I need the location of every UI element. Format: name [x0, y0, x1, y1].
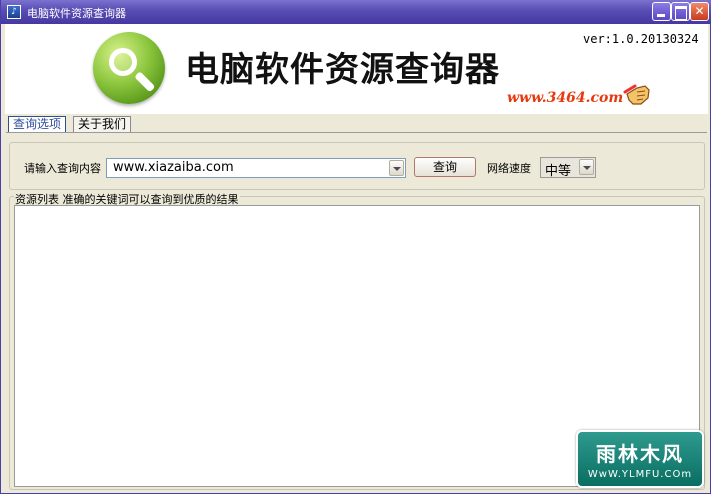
tab-label: 查询选项 [13, 117, 62, 131]
chevron-down-icon[interactable] [579, 159, 594, 175]
tab-about-us[interactable]: 关于我们 [73, 116, 132, 133]
pointing-hand-icon [623, 84, 650, 105]
tab-search-options[interactable]: 查询选项 [8, 116, 67, 133]
app-title: 电脑软件资源查询器 [185, 50, 500, 90]
version-label: ver:1.0.20130324 [583, 32, 699, 46]
tab-divider [6, 132, 707, 133]
magnifier-icon [93, 32, 165, 104]
tab-label: 关于我们 [78, 117, 127, 131]
window-title: 电脑软件资源查询器 [27, 7, 126, 20]
search-button[interactable]: 查询 [414, 157, 476, 177]
site-link[interactable]: www.3464.com [507, 90, 623, 106]
search-input[interactable]: www.xiazaiba.com [106, 158, 406, 178]
maximize-button[interactable] [671, 2, 690, 21]
close-button[interactable]: ✕ [690, 2, 709, 21]
speed-label: 网络速度 [487, 162, 531, 175]
watermark-logo: 雨林木风 WwW.YLMFU.COm [576, 430, 704, 488]
search-value: www.xiazaiba.com [113, 160, 234, 175]
watermark-title: 雨林木风 [596, 442, 684, 466]
watermark-url: WwW.YLMFU.COm [587, 469, 693, 480]
header-banner: 电脑软件资源查询器 ver:1.0.20130324 www.3464.com [5, 24, 708, 114]
app-window: ♪ 电脑软件资源查询器 ✕ 电脑软件资源查询器 ver:1.0.20130324… [0, 0, 711, 494]
search-panel: 请输入查询内容 www.xiazaiba.com 查询 网络速度 中等 [9, 142, 705, 190]
minimize-button[interactable] [652, 2, 671, 21]
title-bar[interactable]: ♪ 电脑软件资源查询器 ✕ [1, 0, 711, 24]
app-icon: ♪ [7, 5, 21, 19]
search-label: 请输入查询内容 [24, 162, 101, 175]
speed-value: 中等 [545, 164, 572, 179]
chevron-down-icon[interactable] [389, 160, 404, 176]
speed-select[interactable]: 中等 [540, 157, 596, 179]
